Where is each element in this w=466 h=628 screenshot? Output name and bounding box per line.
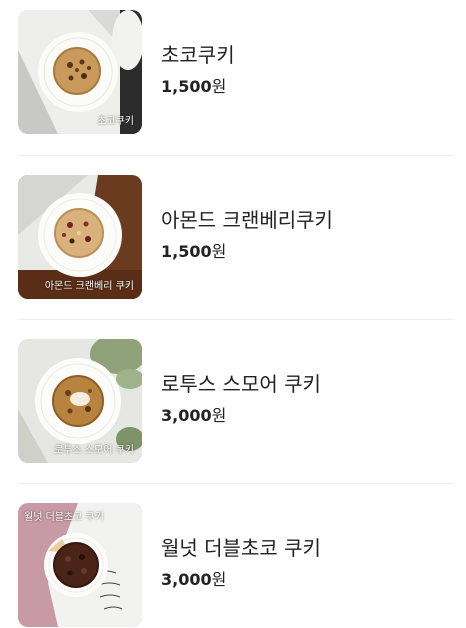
divider	[18, 483, 454, 484]
item-price: 1,500원	[161, 76, 226, 98]
menu-item-almond-cranberry-cookie[interactable]: 아몬드 크랜베리 쿠키 아몬드 크랜베리쿠키 1,500원	[18, 175, 454, 299]
price-value: 1,500	[161, 77, 212, 96]
price-value: 1,500	[161, 242, 212, 261]
image-caption: 월넛 더블초코 쿠키	[24, 512, 104, 523]
item-name: 월넛 더블초코 쿠키	[161, 536, 321, 560]
menu-list: 초코쿠키 초코쿠키 1,500원 아몬드 크랜베리 쿠키 아몬드 크랜베리쿠키 …	[0, 0, 466, 628]
menu-item-lotus-smore-cookie[interactable]: 로투스 스모어 쿠키 로투스 스모어 쿠키 3,000원	[18, 339, 454, 463]
image-caption: 초코쿠키	[97, 116, 134, 127]
item-name: 초코쿠키	[161, 43, 235, 67]
currency-suffix: 원	[211, 570, 227, 589]
image-caption: 로투스 스모어 쿠키	[54, 445, 134, 456]
price-value: 3,000	[161, 406, 212, 425]
price-value: 3,000	[161, 570, 212, 589]
product-image[interactable]: 로투스 스모어 쿠키	[18, 339, 142, 463]
menu-item-choco-cookie[interactable]: 초코쿠키 초코쿠키 1,500원	[18, 10, 454, 134]
menu-item-walnut-double-choco-cookie[interactable]: 월넛 더블초코 쿠키 월넛 더블초코 쿠키 3,000원	[18, 503, 454, 627]
currency-suffix: 원	[211, 242, 227, 261]
image-caption: 아몬드 크랜베리 쿠키	[44, 281, 134, 292]
divider	[18, 319, 454, 320]
currency-suffix: 원	[211, 406, 227, 425]
product-image[interactable]: 월넛 더블초코 쿠키	[18, 503, 142, 627]
item-price: 3,000원	[161, 569, 226, 591]
divider	[18, 155, 454, 156]
product-image[interactable]: 초코쿠키	[18, 10, 142, 134]
item-price: 3,000원	[161, 405, 226, 427]
product-image[interactable]: 아몬드 크랜베리 쿠키	[18, 175, 142, 299]
item-name: 로투스 스모어 쿠키	[161, 372, 321, 396]
currency-suffix: 원	[211, 77, 227, 96]
item-price: 1,500원	[161, 241, 226, 263]
item-name: 아몬드 크랜베리쿠키	[161, 208, 333, 232]
